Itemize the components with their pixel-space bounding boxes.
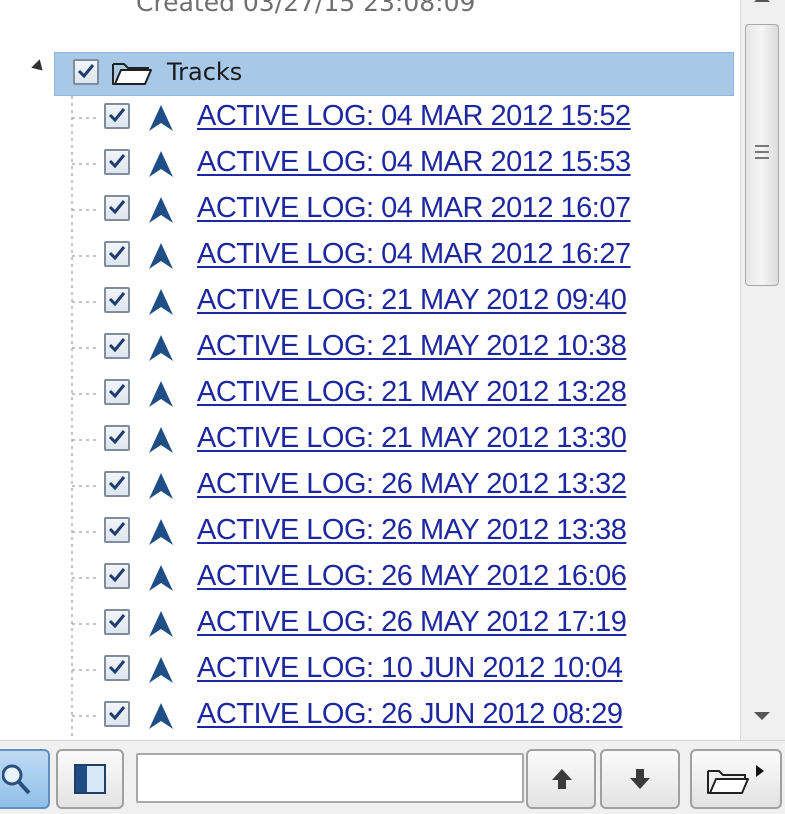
panel-toggle-icon [74, 764, 106, 794]
track-checkbox[interactable] [104, 701, 130, 727]
root-checkbox[interactable] [73, 59, 99, 85]
tracks-panel: Created 03/27/15 23:08:09 Tracks ACTIVE … [0, 0, 785, 814]
track-checkbox[interactable] [104, 563, 130, 589]
track-arrow-icon [148, 472, 174, 504]
track-link[interactable]: ACTIVE LOG: 10 JUN 2012 10:04 [197, 652, 623, 685]
track-arrow-icon [148, 426, 174, 458]
track-link[interactable]: ACTIVE LOG: 04 MAR 2012 16:07 [197, 192, 631, 225]
track-row[interactable]: ACTIVE LOG: 21 MAY 2012 10:38 [0, 326, 740, 370]
track-checkbox[interactable] [104, 517, 130, 543]
track-arrow-icon [148, 242, 174, 274]
selection-highlight [54, 52, 734, 96]
track-arrow-icon [148, 150, 174, 182]
track-checkbox[interactable] [104, 609, 130, 635]
track-link[interactable]: ACTIVE LOG: 04 MAR 2012 15:52 [197, 100, 631, 133]
track-checkbox[interactable] [104, 333, 130, 359]
grip-icon [755, 145, 769, 165]
track-link[interactable]: ACTIVE LOG: 21 MAY 2012 13:30 [197, 422, 627, 455]
track-row[interactable]: ACTIVE LOG: 26 MAY 2012 17:19 [0, 602, 740, 646]
track-arrow-icon [148, 518, 174, 550]
track-arrow-icon [148, 564, 174, 596]
root-label: Tracks [167, 58, 243, 86]
track-checkbox[interactable] [104, 149, 130, 175]
track-checkbox[interactable] [104, 103, 130, 129]
track-checkbox[interactable] [104, 287, 130, 313]
track-link[interactable]: ACTIVE LOG: 26 MAY 2012 16:06 [197, 560, 627, 593]
folder-menu-icon [707, 765, 764, 794]
track-row[interactable]: ACTIVE LOG: 21 MAY 2012 13:28 [0, 372, 740, 416]
track-arrow-icon [148, 610, 174, 642]
track-link[interactable]: ACTIVE LOG: 26 MAY 2012 13:38 [197, 514, 627, 547]
track-arrow-icon [148, 334, 174, 366]
folder-open-icon [110, 58, 154, 92]
track-row[interactable]: ACTIVE LOG: 26 MAY 2012 13:32 [0, 464, 740, 508]
panel-toggle-button[interactable] [56, 749, 124, 809]
track-link[interactable]: ACTIVE LOG: 26 MAY 2012 17:19 [197, 606, 627, 639]
track-link[interactable]: ACTIVE LOG: 21 MAY 2012 13:28 [197, 376, 627, 409]
track-link[interactable]: ACTIVE LOG: 21 MAY 2012 10:38 [197, 330, 627, 363]
scroll-thumb[interactable] [745, 24, 779, 286]
move-down-button[interactable] [600, 749, 680, 809]
scroll-down-icon[interactable] [754, 712, 770, 720]
track-checkbox[interactable] [104, 195, 130, 221]
track-arrow-icon [148, 702, 174, 734]
track-arrow-icon [148, 380, 174, 412]
scroll-up-icon[interactable] [754, 0, 770, 2]
track-arrow-icon [148, 656, 174, 688]
track-checkbox[interactable] [104, 379, 130, 405]
vertical-scrollbar[interactable] [740, 0, 785, 740]
track-row[interactable]: ACTIVE LOG: 21 MAY 2012 09:40 [0, 280, 740, 324]
track-checkbox[interactable] [104, 655, 130, 681]
arrow-up-icon [552, 769, 572, 789]
track-link[interactable]: ACTIVE LOG: 21 MAY 2012 09:40 [197, 284, 627, 317]
track-row[interactable]: ACTIVE LOG: 04 MAR 2012 16:27 [0, 234, 740, 278]
folder-menu-button[interactable] [690, 749, 782, 809]
track-row[interactable]: ACTIVE LOG: 04 MAR 2012 15:52 [0, 96, 740, 140]
move-up-button[interactable] [526, 749, 596, 809]
created-timestamp: Created 03/27/15 23:08:09 [136, 0, 476, 17]
bottom-toolbar [0, 740, 785, 814]
track-row[interactable]: ACTIVE LOG: 26 JUN 2012 08:29 [0, 694, 740, 738]
tree-root-tracks[interactable]: Tracks [0, 52, 740, 96]
search-icon [2, 764, 31, 795]
track-link[interactable]: ACTIVE LOG: 26 MAY 2012 13:32 [197, 468, 627, 501]
track-link[interactable]: ACTIVE LOG: 04 MAR 2012 16:27 [197, 238, 631, 271]
track-link[interactable]: ACTIVE LOG: 26 JUN 2012 08:29 [197, 698, 623, 731]
track-row[interactable]: ACTIVE LOG: 21 MAY 2012 13:30 [0, 418, 740, 462]
track-checkbox[interactable] [104, 425, 130, 451]
track-checkbox[interactable] [104, 241, 130, 267]
track-row[interactable]: ACTIVE LOG: 04 MAR 2012 15:53 [0, 142, 740, 186]
track-checkbox[interactable] [104, 471, 130, 497]
track-link[interactable]: ACTIVE LOG: 04 MAR 2012 15:53 [197, 146, 631, 179]
track-row[interactable]: ACTIVE LOG: 26 MAY 2012 13:38 [0, 510, 740, 554]
track-row[interactable]: ACTIVE LOG: 26 MAY 2012 16:06 [0, 556, 740, 600]
search-input[interactable] [136, 753, 524, 803]
search-button[interactable] [0, 749, 50, 809]
arrow-down-icon [630, 769, 650, 789]
track-arrow-icon [148, 104, 174, 136]
track-arrow-icon [148, 288, 174, 320]
track-row[interactable]: ACTIVE LOG: 10 JUN 2012 10:04 [0, 648, 740, 692]
track-arrow-icon [148, 196, 174, 228]
track-row[interactable]: ACTIVE LOG: 04 MAR 2012 16:07 [0, 188, 740, 232]
